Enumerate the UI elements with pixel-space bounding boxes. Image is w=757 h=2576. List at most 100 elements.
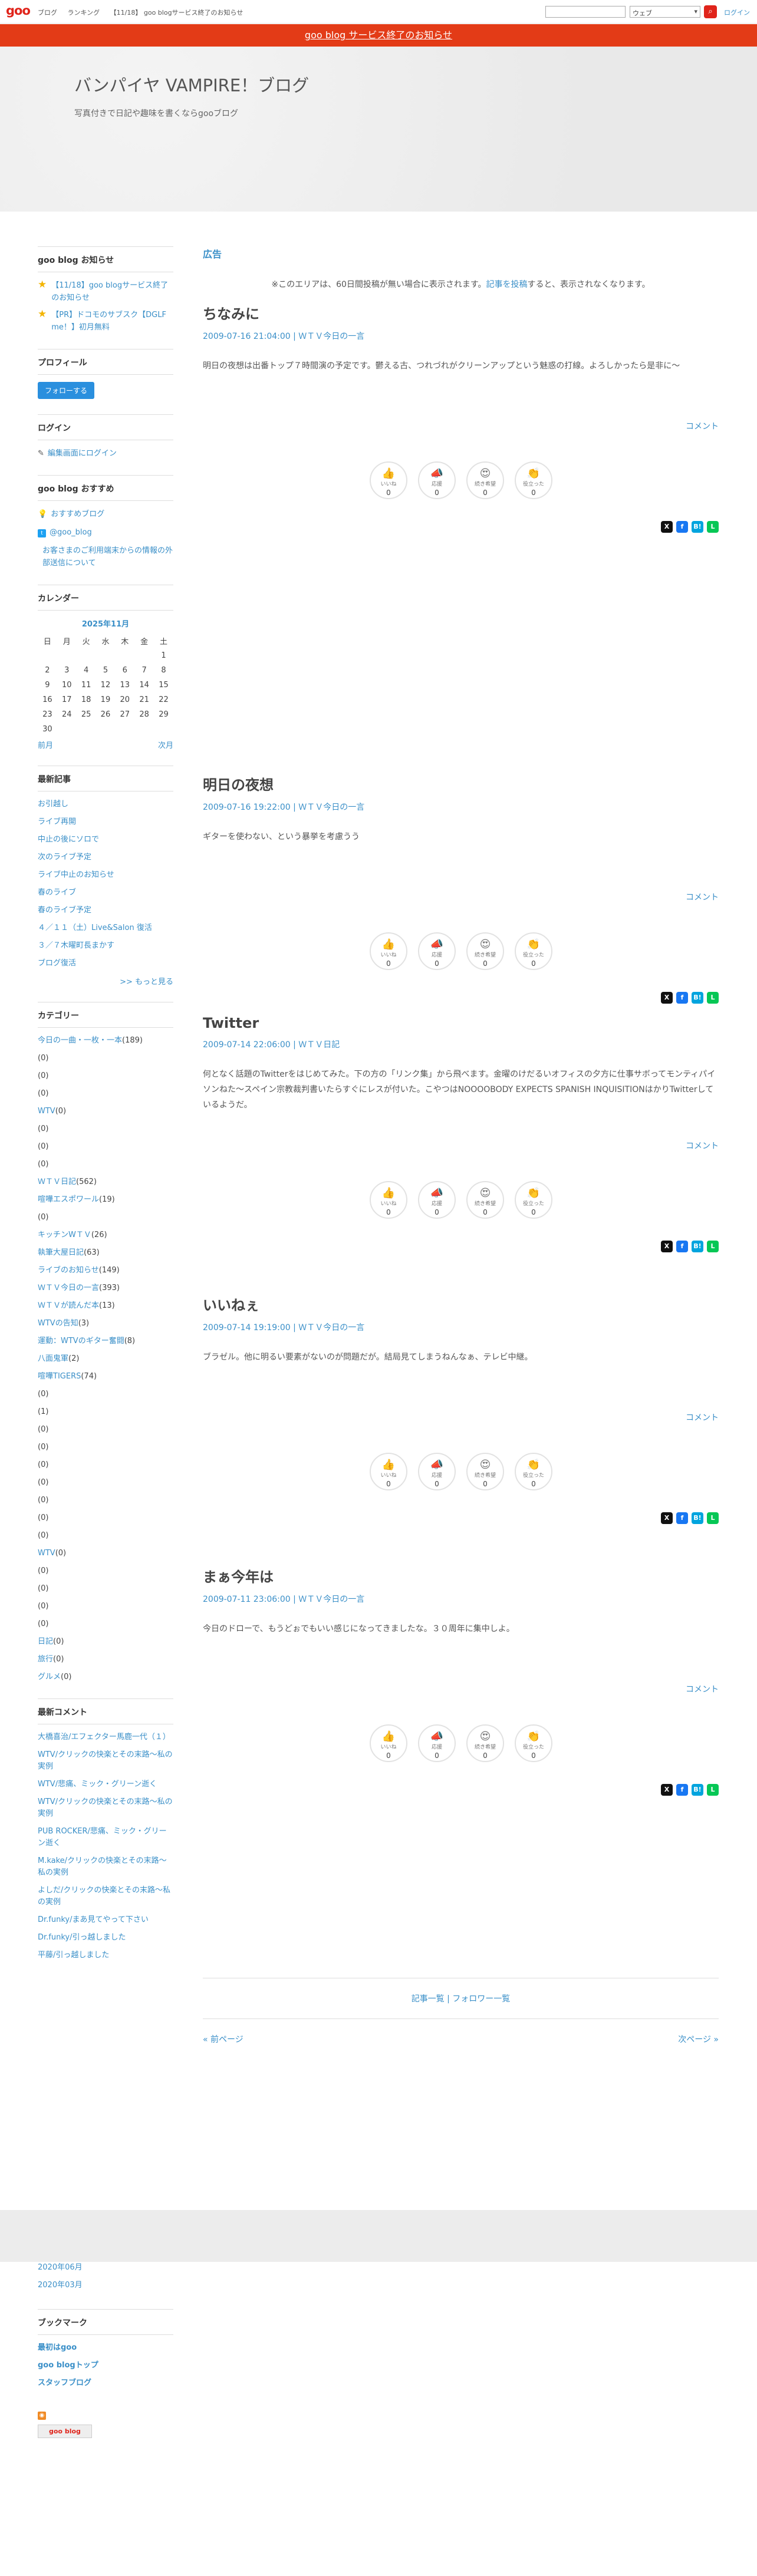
article-meta[interactable]: 2009-07-16 21:04:00 | ＷＴＶ今日の一言 <box>203 330 719 342</box>
category-item[interactable]: WTV(0) <box>38 1106 173 1117</box>
top-link-ranking[interactable]: ランキング <box>68 9 100 17</box>
category-item[interactable]: ＷＴＶ今日の一言(393) <box>38 1282 173 1294</box>
category-item[interactable]: (1) <box>38 1406 173 1418</box>
category-item[interactable]: 喧嘩TIGERS(74) <box>38 1371 173 1383</box>
recent-post-link[interactable]: 中止の後にソロで <box>38 834 173 846</box>
article-title[interactable]: ちなみに <box>203 302 719 323</box>
calendar-prev[interactable]: 前月 <box>38 739 53 750</box>
next-page-link[interactable]: 次ページ » <box>678 2033 719 2045</box>
article-meta[interactable]: 2009-07-14 19:19:00 | ＷＴＶ今日の一言 <box>203 1321 719 1333</box>
top-link-blog[interactable]: ブログ <box>38 9 57 17</box>
recent-post-link[interactable]: お引越し <box>38 799 173 810</box>
category-item[interactable]: (0) <box>38 1601 173 1612</box>
x-share-icon[interactable]: X <box>661 521 673 533</box>
article-title[interactable]: いいねぇ <box>203 1294 719 1314</box>
reaction-button[interactable]: 📣 応援 0 <box>418 1181 456 1219</box>
category-item[interactable]: (0) <box>38 1495 173 1506</box>
category-item[interactable]: (0) <box>38 1512 173 1524</box>
comment-link[interactable]: Dr.funky/まあ見てやって下さい <box>38 1914 173 1926</box>
comment-link[interactable]: 大橋喜治/エフェクター馬鹿一代（１） <box>38 1731 173 1743</box>
archive-link[interactable]: 2020年03月 <box>38 2280 173 2291</box>
facebook-share-icon[interactable]: f <box>676 1512 688 1524</box>
category-item[interactable]: (0) <box>38 1424 173 1436</box>
article-comment-link[interactable]: コメント <box>686 1683 719 1695</box>
reaction-button[interactable]: 👍 いいね 0 <box>370 1453 407 1490</box>
category-item[interactable]: 運動：WTVのギター奮闘(8) <box>38 1335 173 1347</box>
goo-logo[interactable]: goo <box>6 4 31 18</box>
comment-link[interactable]: よしだ/クリックの快楽とその末路～私の実例 <box>38 1885 173 1908</box>
hatena-share-icon[interactable]: B! <box>692 992 703 1004</box>
search-input[interactable] <box>545 6 626 18</box>
category-item[interactable]: ＷＴＶが読んだ本(13) <box>38 1300 173 1312</box>
reaction-button[interactable]: 📣 応援 0 <box>418 1453 456 1490</box>
notice-item[interactable]: ★ 【11/18】goo blogサービス終了のお知らせ <box>38 279 173 304</box>
blog-title[interactable]: バンパイヤ VAMPIRE！ブログ <box>74 72 309 97</box>
comment-link[interactable]: WTV/悲痛、ミック・グリーン逝く <box>38 1779 173 1790</box>
recent-post-link[interactable]: ３／７木曜町長まかす <box>38 940 173 952</box>
facebook-share-icon[interactable]: f <box>676 521 688 533</box>
reaction-button[interactable]: 😍 続き希望 0 <box>466 1181 504 1219</box>
comment-link[interactable]: PUB ROCKER/悲痛、ミック・グリーン逝く <box>38 1826 173 1849</box>
recent-post-link[interactable]: 次のライブ予定 <box>38 852 173 863</box>
recommend-blog-link[interactable]: 💡 おすすめブログ <box>38 508 173 520</box>
reaction-button[interactable]: 📣 応援 0 <box>418 932 456 970</box>
recent-post-link[interactable]: ブログ復活 <box>38 958 173 969</box>
comment-link[interactable]: WTV/クリックの快楽とその末路～私の実例 <box>38 1796 173 1820</box>
article-meta[interactable]: 2009-07-11 23:06:00 | ＷＴＶ今日の一言 <box>203 1593 719 1605</box>
reaction-button[interactable]: 👏 役立った 0 <box>515 932 552 970</box>
category-item[interactable]: 喧嘩エスポワール(19) <box>38 1194 173 1206</box>
login-link[interactable]: ログイン <box>724 8 750 17</box>
reaction-button[interactable]: 😍 続き希望 0 <box>466 461 504 499</box>
calendar-next[interactable]: 次月 <box>158 739 173 750</box>
category-item[interactable]: WTV(0) <box>38 1548 173 1559</box>
category-item[interactable]: (0) <box>38 1583 173 1595</box>
category-item[interactable]: ライブのお知らせ(149) <box>38 1265 173 1277</box>
more-link[interactable]: >> もっと見る <box>38 975 173 987</box>
article-comment-link[interactable]: コメント <box>686 420 719 432</box>
category-item[interactable]: 日記(0) <box>38 1636 173 1648</box>
category-item[interactable]: (0) <box>38 1141 173 1153</box>
category-item[interactable]: (0) <box>38 1530 173 1542</box>
category-item[interactable]: ＷＴＶ日記(562) <box>38 1176 173 1188</box>
post-article-link[interactable]: 記事を投稿 <box>486 280 528 289</box>
comment-link[interactable]: WTV/クリックの快楽とその末路～私の実例 <box>38 1749 173 1773</box>
search-scope-select[interactable]: ウェブ <box>630 6 700 18</box>
category-item[interactable]: 今日の一曲・一枚・一本(189) <box>38 1035 173 1047</box>
reaction-button[interactable]: 😍 続き希望 0 <box>466 1724 504 1762</box>
category-item[interactable]: キッチンWＴＶ(26) <box>38 1229 173 1241</box>
article-comment-link[interactable]: コメント <box>686 891 719 903</box>
category-item[interactable]: (0) <box>38 1477 173 1489</box>
line-share-icon[interactable]: L <box>707 1512 719 1524</box>
bookmark-link[interactable]: 最初はgoo <box>38 2342 173 2354</box>
category-item[interactable]: (0) <box>38 1212 173 1223</box>
category-item[interactable]: 執筆大屋日記(63) <box>38 1247 173 1259</box>
footer-nav[interactable]: 記事一覧 | フォロワー一覧 <box>203 1978 719 2019</box>
category-item[interactable]: WTVの告知(3) <box>38 1318 173 1330</box>
comment-link[interactable]: M.kake/クリックの快楽とその末路～私の実例 <box>38 1855 173 1879</box>
x-share-icon[interactable]: X <box>661 1784 673 1796</box>
article-title[interactable]: まぁ今年は <box>203 1565 719 1586</box>
bookmark-link[interactable]: スタッフブログ <box>38 2377 173 2389</box>
article-title[interactable]: Twitter <box>203 1015 719 1031</box>
service-end-notice[interactable]: goo blog サービス終了のお知らせ <box>0 24 757 47</box>
category-item[interactable]: (0) <box>38 1123 173 1135</box>
facebook-share-icon[interactable]: f <box>676 1784 688 1796</box>
article-comment-link[interactable]: コメント <box>686 1411 719 1423</box>
hatena-share-icon[interactable]: B! <box>692 1784 703 1796</box>
goo-blog-badge[interactable]: goo blog <box>38 2425 92 2438</box>
line-share-icon[interactable]: L <box>707 521 719 533</box>
twitter-link[interactable]: t @goo_blog <box>38 526 173 539</box>
category-item[interactable]: (0) <box>38 1088 173 1100</box>
recent-post-link[interactable]: ライブ再開 <box>38 816 173 828</box>
article-title[interactable]: 明日の夜想 <box>203 773 719 794</box>
category-item[interactable]: (0) <box>38 1388 173 1400</box>
x-share-icon[interactable]: X <box>661 1512 673 1524</box>
category-item[interactable]: 旅行(0) <box>38 1654 173 1665</box>
recent-post-link[interactable]: 春のライブ <box>38 887 173 899</box>
line-share-icon[interactable]: L <box>707 1784 719 1796</box>
category-item[interactable]: (0) <box>38 1070 173 1082</box>
rss-icon[interactable]: ◉ <box>38 2412 46 2420</box>
comment-link[interactable]: Dr.funky/引っ越しました <box>38 1932 173 1944</box>
bookmark-link[interactable]: goo blogトップ <box>38 2360 173 2371</box>
top-link-notice[interactable]: 【11/18】 goo blogサービス終了のお知らせ <box>110 9 243 17</box>
